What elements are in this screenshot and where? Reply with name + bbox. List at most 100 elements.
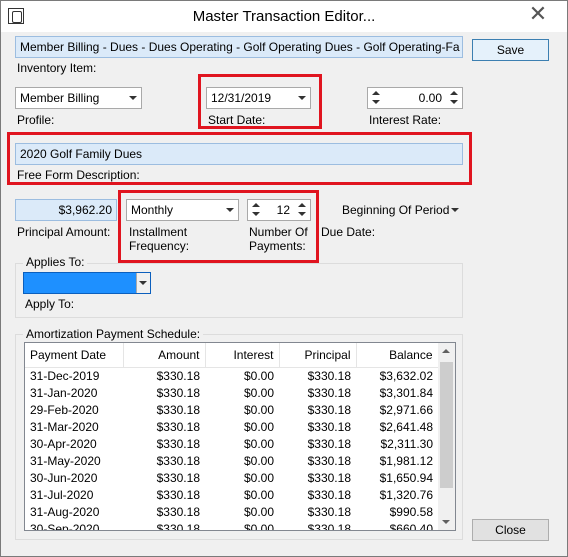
principal-cell: $330.18: [307, 385, 351, 400]
close-window-icon[interactable]: ✕: [515, 3, 561, 29]
apply-to-label: Apply To:: [25, 297, 75, 311]
amount-cell: $330.18: [156, 385, 200, 400]
amount-cell: $330.18: [156, 368, 200, 383]
window-title: Master Transaction Editor...: [192, 8, 376, 25]
table-row[interactable]: 31-May-2020 $330.18 $0.00 $330.18 $1,981…: [25, 453, 438, 470]
apply-to-dropdown[interactable]: [23, 272, 151, 294]
chevron-down-icon: [451, 208, 459, 212]
amortization-table[interactable]: Payment Date Amount Interest Principal B…: [24, 342, 456, 531]
profile-value: Member Billing: [20, 91, 100, 105]
payment-date-cell: 31-Mar-2020: [30, 419, 99, 434]
column-header[interactable]: Amount: [123, 343, 206, 368]
table-row[interactable]: 29-Feb-2020 $330.18 $0.00 $330.18 $2,971…: [25, 402, 438, 419]
interest-rate-label: Interest Rate:: [369, 113, 442, 127]
column-header[interactable]: Payment Date: [25, 343, 124, 368]
payment-date-cell: 30-Apr-2020: [30, 436, 97, 451]
profile-label: Profile:: [17, 113, 55, 127]
balance-cell: $3,301.84: [379, 385, 433, 400]
interest-cell: $0.00: [243, 487, 274, 502]
amortization-group-title: Amortization Payment Schedule:: [23, 327, 204, 341]
principal-amount-label: Principal Amount:: [17, 225, 111, 239]
amount-cell: $330.18: [156, 521, 200, 531]
table-row[interactable]: 31-Jul-2020 $330.18 $0.00 $330.18 $1,320…: [25, 487, 438, 504]
chevron-down-icon: [129, 96, 137, 100]
balance-cell: $1,320.76: [379, 487, 433, 502]
table-row[interactable]: 30-Apr-2020 $330.18 $0.00 $330.18 $2,311…: [25, 436, 438, 453]
table-row[interactable]: 30-Sep-2020 $330.18 $0.00 $330.18 $660.4…: [25, 521, 438, 531]
interest-cell: $0.00: [243, 504, 274, 519]
table-row[interactable]: 30-Jun-2020 $330.18 $0.00 $330.18 $1,650…: [25, 470, 438, 487]
payment-date-cell: 31-Jan-2020: [30, 385, 98, 400]
due-date-value: Beginning Of Period: [342, 203, 450, 217]
table-row[interactable]: 31-Jan-2020 $330.18 $0.00 $330.18 $3,301…: [25, 385, 438, 402]
applies-to-group-title: Applies To:: [23, 255, 88, 269]
balance-cell: $1,650.94: [379, 470, 433, 485]
column-header[interactable]: Balance: [356, 343, 439, 368]
spin-arrows-icon[interactable]: [371, 90, 381, 106]
payment-date-cell: 30-Jun-2020: [30, 470, 98, 485]
principal-cell: $330.18: [307, 419, 351, 434]
chevron-down-icon: [139, 281, 147, 285]
interest-rate-spinner[interactable]: 0.00: [367, 87, 463, 109]
interest-rate-value: 0.00: [418, 91, 442, 105]
principal-cell: $330.18: [307, 521, 351, 531]
payment-date-cell: 31-May-2020: [30, 453, 101, 468]
table-header-row: Payment Date Amount Interest Principal B…: [25, 343, 439, 368]
interest-cell: $0.00: [243, 419, 274, 434]
interest-cell: $0.00: [243, 385, 274, 400]
vertical-scrollbar[interactable]: [438, 343, 455, 530]
principal-cell: $330.18: [307, 470, 351, 485]
table-row[interactable]: 31-Dec-2019 $330.18 $0.00 $330.18 $3,632…: [25, 367, 438, 385]
table-row[interactable]: 31-Aug-2020 $330.18 $0.00 $330.18 $990.5…: [25, 504, 438, 521]
title-bar: Master Transaction Editor... ✕: [1, 1, 567, 32]
principal-cell: $330.18: [307, 504, 351, 519]
save-button[interactable]: Save: [472, 39, 549, 61]
amount-cell: $330.18: [156, 504, 200, 519]
interest-cell: $0.00: [243, 402, 274, 417]
principal-cell: $330.18: [307, 487, 351, 502]
highlight-box-frequency-payments: [118, 190, 319, 263]
principal-cell: $330.18: [307, 453, 351, 468]
balance-cell: $990.58: [389, 504, 433, 519]
scroll-up-icon[interactable]: [442, 349, 450, 353]
amount-cell: $330.18: [156, 402, 200, 417]
highlight-box-description: [7, 132, 472, 185]
balance-cell: $660.40: [389, 521, 433, 531]
principal-amount-field[interactable]: $3,962.20: [15, 199, 117, 221]
payment-date-cell: 31-Jul-2020: [30, 487, 94, 502]
payment-date-cell: 31-Aug-2020: [30, 504, 100, 519]
interest-cell: $0.00: [243, 436, 274, 451]
payment-date-cell: 30-Sep-2020: [30, 521, 100, 531]
highlight-box-start-date: [198, 74, 322, 129]
due-date-label: Due Date:: [321, 225, 376, 239]
amount-cell: $330.18: [156, 470, 200, 485]
inventory-item-field[interactable]: Member Billing - Dues - Dues Operating -…: [15, 36, 463, 58]
apply-to-dropdown-button[interactable]: [136, 273, 150, 293]
amount-cell: $330.18: [156, 487, 200, 502]
interest-cell: $0.00: [243, 470, 274, 485]
due-date-dropdown[interactable]: Beginning Of Period: [319, 199, 464, 221]
profile-dropdown[interactable]: Member Billing: [15, 87, 142, 109]
principal-cell: $330.18: [307, 402, 351, 417]
scrollbar-thumb[interactable]: [440, 362, 453, 488]
balance-cell: $2,641.48: [379, 419, 433, 434]
balance-cell: $2,311.30: [380, 436, 434, 451]
payment-date-cell: 31-Dec-2019: [30, 368, 100, 383]
principal-cell: $330.18: [307, 368, 351, 383]
balance-cell: $1,981.12: [379, 453, 433, 468]
column-header[interactable]: Principal: [279, 343, 357, 368]
interest-cell: $0.00: [243, 453, 274, 468]
principal-cell: $330.18: [307, 436, 351, 451]
balance-cell: $3,632.02: [379, 368, 433, 383]
payment-date-cell: 29-Feb-2020: [30, 402, 99, 417]
spin-arrows-icon[interactable]: [449, 90, 459, 106]
interest-cell: $0.00: [243, 368, 274, 383]
amount-cell: $330.18: [156, 436, 200, 451]
table-row[interactable]: 31-Mar-2020 $330.18 $0.00 $330.18 $2,641…: [25, 419, 438, 436]
interest-cell: $0.00: [243, 521, 274, 531]
master-transaction-editor-window: Master Transaction Editor... ✕ Member Bi…: [0, 0, 568, 557]
amount-cell: $330.18: [156, 419, 200, 434]
scroll-down-icon[interactable]: [442, 520, 450, 524]
close-button[interactable]: Close: [472, 519, 549, 541]
column-header[interactable]: Interest: [205, 343, 280, 368]
